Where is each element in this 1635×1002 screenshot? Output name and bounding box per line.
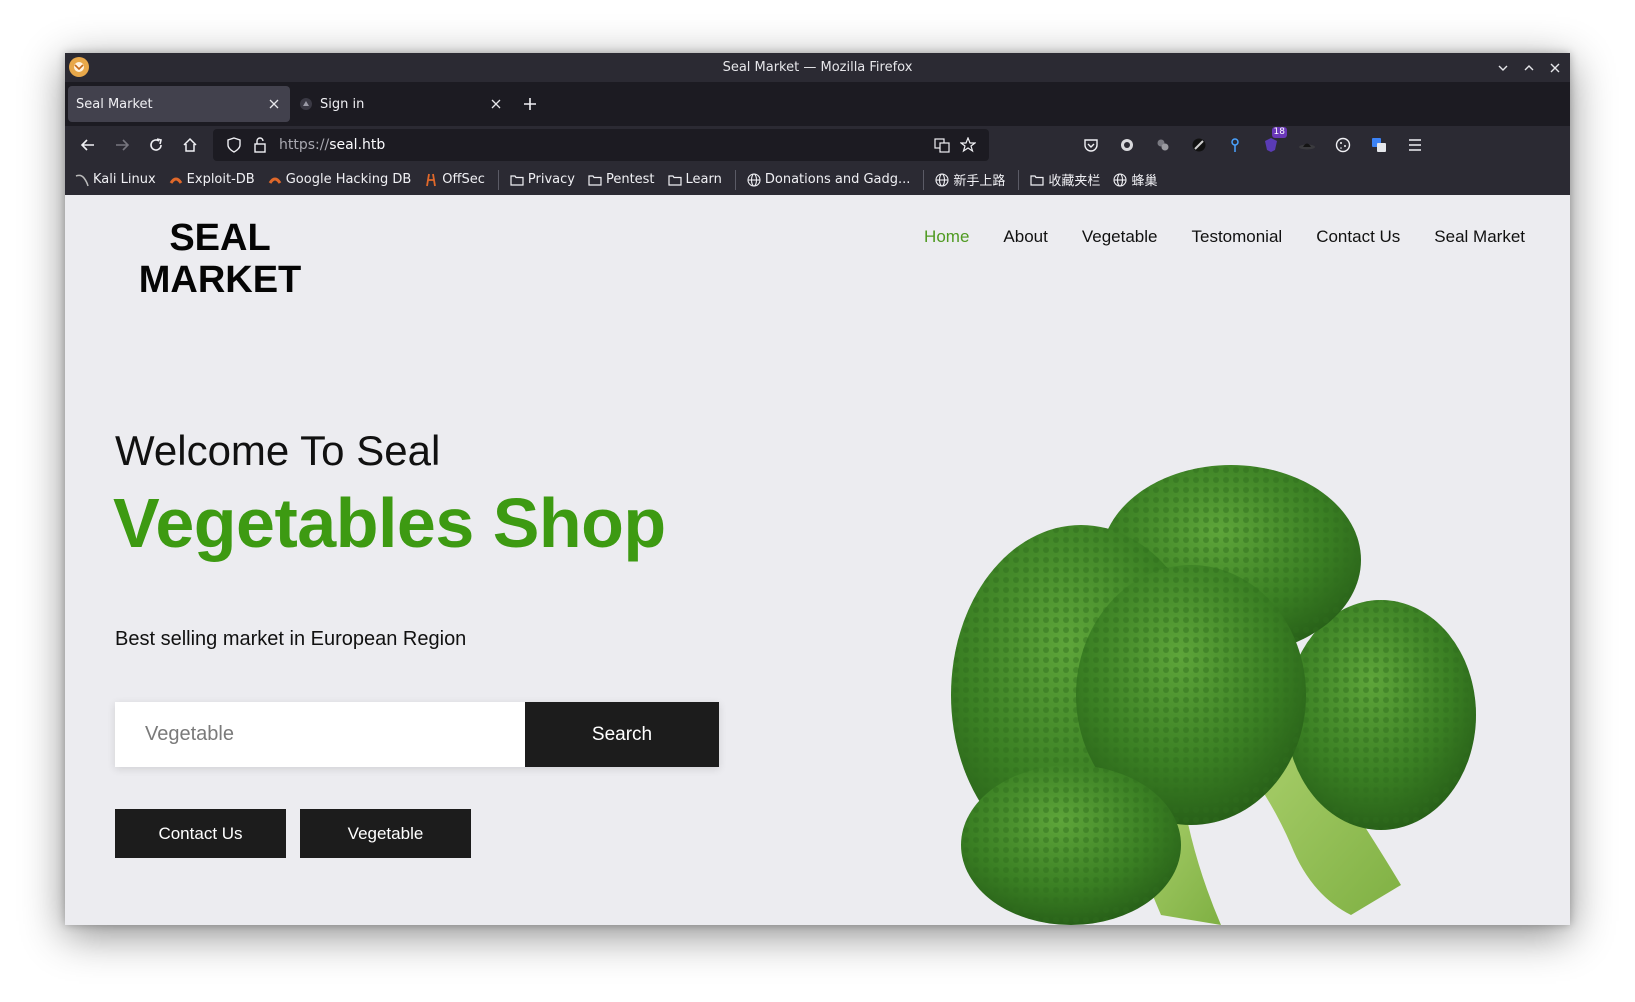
forward-arrow-icon[interactable] [105, 130, 139, 160]
bookmark-donations[interactable]: Donations and Gadg... [747, 172, 911, 187]
tab-label: Sign in [320, 96, 365, 112]
window-title: Seal Market — Mozilla Firefox [722, 60, 913, 75]
nav-about[interactable]: About [1003, 227, 1047, 247]
logo-line: SEAL [169, 217, 271, 259]
exploit-db-icon [169, 173, 183, 187]
nav-vegetable[interactable]: Vegetable [1082, 227, 1158, 247]
nav-home[interactable]: Home [924, 227, 969, 247]
bookmark-separator [1018, 169, 1020, 190]
vegetable-button[interactable]: Vegetable [300, 809, 471, 858]
hero-title: Vegetables Shop [113, 484, 666, 562]
tab-label: Seal Market [76, 96, 153, 112]
bookmark-separator [734, 169, 736, 190]
url-scheme: https:// [279, 137, 330, 153]
bookmark-newbie[interactable]: 新手上路 [935, 170, 1005, 189]
extensions-area: 18 [1077, 127, 1429, 159]
bookmark-label: Learn [685, 172, 722, 187]
offsec-icon [424, 173, 438, 187]
close-tab-icon[interactable] [488, 96, 504, 112]
minimize-icon[interactable] [1496, 61, 1510, 75]
shield-icon[interactable] [221, 133, 247, 157]
nav-seal-market[interactable]: Seal Market [1434, 227, 1525, 247]
bookmarks-toolbar: Kali Linux Exploit-DB Google Hacking DB … [65, 164, 1570, 195]
folder-icon [588, 173, 602, 187]
bookmark-kali-linux[interactable]: Kali Linux [75, 172, 156, 187]
page-content: SEAL MARKET Home About Vegetable Testomo… [65, 195, 1570, 925]
back-arrow-icon[interactable] [71, 130, 105, 160]
tab-seal-market[interactable]: Seal Market [68, 86, 290, 122]
translate-extension-icon[interactable] [1365, 131, 1393, 159]
folder-icon [1030, 173, 1045, 187]
reload-icon[interactable] [139, 130, 173, 160]
pocket-icon[interactable] [1077, 131, 1105, 159]
kali-dragon-icon [75, 173, 89, 187]
bookmark-folder-learn[interactable]: Learn [667, 172, 722, 187]
bookmark-label: Privacy [527, 172, 575, 187]
bookmark-exploit-db[interactable]: Exploit-DB [169, 172, 255, 187]
maximize-icon[interactable] [1522, 61, 1536, 75]
site-navigation: Home About Vegetable Testomonial Contact… [924, 227, 1525, 247]
bookmark-separator [923, 169, 925, 190]
contact-us-button[interactable]: Contact Us [115, 809, 286, 858]
url-host: seal.htb [329, 137, 386, 153]
home-icon[interactable] [173, 130, 207, 160]
nav-testimonial[interactable]: Testomonial [1191, 227, 1282, 247]
bookmark-folder-favorites[interactable]: 收藏夹栏 [1030, 170, 1100, 189]
bookmark-label: OffSec [442, 172, 485, 187]
bookmark-offsec[interactable]: OffSec [424, 172, 485, 187]
lock-warning-icon[interactable] [247, 133, 273, 157]
bookmark-separator [497, 169, 499, 190]
bookmark-star-icon[interactable] [955, 133, 981, 157]
hamburger-menu-icon[interactable] [1401, 131, 1429, 159]
navigation-toolbar: https://seal.htb 18 [65, 126, 1570, 164]
firefox-icon [69, 57, 89, 77]
nav-contact-us[interactable]: Contact Us [1316, 227, 1400, 247]
site-logo[interactable]: SEAL MARKET [130, 217, 310, 301]
bookmark-hive[interactable]: 蜂巢 [1113, 170, 1157, 189]
folder-icon [667, 173, 682, 187]
search-form: Search [115, 702, 719, 767]
close-tab-icon[interactable] [266, 96, 282, 112]
bookmark-google-hacking-db[interactable]: Google Hacking DB [268, 172, 412, 187]
tab-sign-in[interactable]: Sign in [290, 86, 512, 122]
bookmark-label: Donations and Gadg... [764, 172, 911, 187]
gitlab-favicon-icon [298, 96, 314, 112]
bookmark-label: Google Hacking DB [285, 172, 412, 187]
globe-icon [935, 172, 949, 187]
extension-puzzle-icon[interactable] [1149, 131, 1177, 159]
hero-description: Best selling market in European Region [115, 628, 467, 650]
bookmark-label: 新手上路 [953, 174, 1006, 189]
cookie-icon[interactable] [1329, 131, 1357, 159]
url-text: https://seal.htb [279, 137, 385, 153]
bookmark-folder-privacy[interactable]: Privacy [510, 172, 575, 187]
broccoli-image [951, 465, 1476, 925]
browser-window: Seal Market — Mozilla Firefox Seal Marke… [65, 53, 1570, 925]
logo-line: MARKET [138, 259, 302, 301]
title-bar: Seal Market — Mozilla Firefox [65, 53, 1570, 82]
bookmark-label: Exploit-DB [186, 172, 255, 187]
noscript-icon[interactable] [1185, 131, 1213, 159]
address-bar[interactable]: https://seal.htb [213, 129, 989, 161]
close-window-icon[interactable] [1548, 61, 1562, 75]
hat-icon[interactable] [1293, 131, 1321, 159]
globe-icon [1113, 172, 1127, 187]
extension-badge: 18 [1271, 127, 1287, 138]
search-input[interactable] [115, 702, 525, 767]
translate-icon[interactable] [929, 133, 955, 157]
ublock-icon[interactable]: 18 [1257, 127, 1287, 159]
folder-icon [510, 173, 524, 187]
search-button[interactable]: Search [525, 702, 719, 767]
tab-bar: Seal Market Sign in [65, 82, 1570, 126]
bookmark-label: 收藏夹栏 [1048, 174, 1101, 189]
hero-subtitle: Welcome To Seal [115, 427, 441, 474]
new-tab-icon[interactable] [516, 90, 544, 118]
multi-account-icon[interactable] [1113, 131, 1141, 159]
foxyproxy-icon[interactable] [1221, 131, 1249, 159]
bookmark-label: 蜂巢 [1131, 174, 1158, 189]
bookmark-folder-pentest[interactable]: Pentest [588, 172, 655, 187]
bookmark-label: Pentest [605, 172, 655, 187]
globe-icon [747, 172, 761, 187]
bookmark-label: Kali Linux [93, 172, 156, 187]
ghdb-icon [268, 173, 282, 187]
